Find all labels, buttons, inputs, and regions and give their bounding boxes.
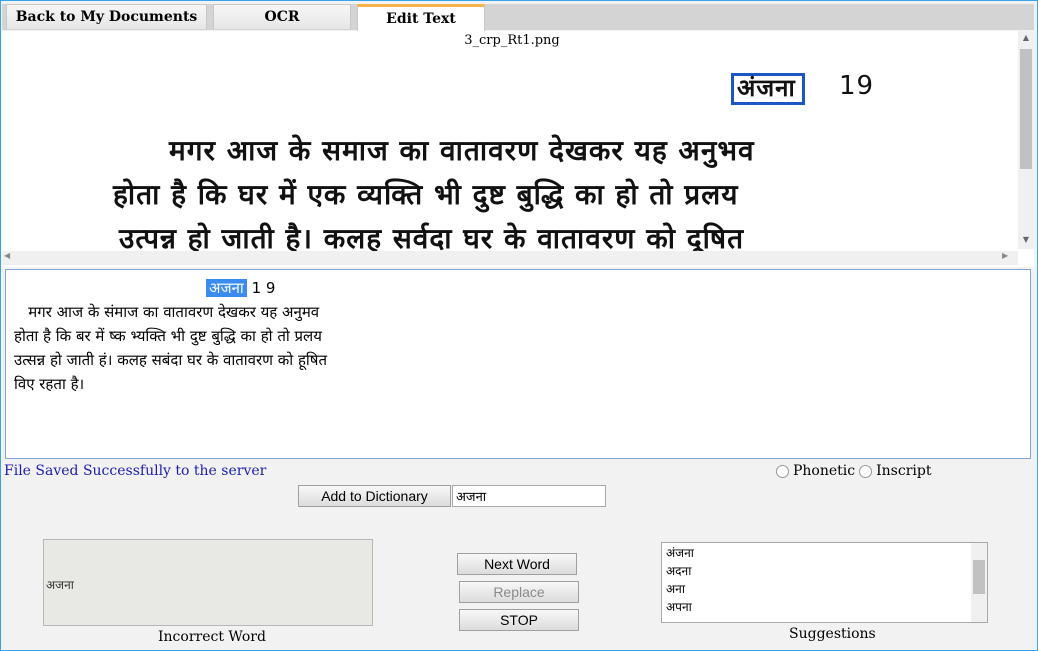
scan-line-1: मगर आज के समाज का वातावरण देखकर यह अनुभव xyxy=(169,134,755,167)
keyboard-layout-options: Phonetic Inscript xyxy=(776,463,931,479)
scroll-up-icon[interactable]: ▲ xyxy=(1018,33,1034,42)
image-vertical-scrollbar[interactable]: ▲ ▼ xyxy=(1018,31,1034,249)
suggestions-scrollbar[interactable] xyxy=(971,543,987,622)
suggestion-item[interactable]: अपना xyxy=(666,598,983,616)
suggestion-item[interactable]: अदना xyxy=(666,562,983,580)
phonetic-radio[interactable] xyxy=(776,464,789,478)
tab-ocr[interactable]: OCR xyxy=(213,4,351,29)
scroll-down-icon[interactable]: ▼ xyxy=(1018,235,1034,244)
selected-word[interactable]: अजना xyxy=(206,279,247,297)
editor-page-number: 1 9 xyxy=(246,279,276,297)
image-filename: 3_crp_Rt1.png xyxy=(464,33,560,48)
editor-body-text[interactable]: मगर आज के संमाज का वातावरण देखकर यह अनुम… xyxy=(14,300,327,396)
suggestion-item[interactable]: अंजना xyxy=(666,544,983,562)
image-viewer[interactable]: 3_crp_Rt1.png अंजना 19 मगर आज के समाज का… xyxy=(2,31,1034,267)
scan-page-number: 19 xyxy=(839,71,875,101)
stop-button[interactable]: STOP xyxy=(459,609,579,631)
replace-button[interactable]: Replace xyxy=(459,581,579,603)
suggestion-item[interactable]: अना xyxy=(666,580,983,598)
scan-heading-word: अंजना xyxy=(737,74,796,102)
next-word-button[interactable]: Next Word xyxy=(457,553,577,575)
ocr-text-editor[interactable]: अजना 1 9 मगर आज के संमाज का वातावरण देखक… xyxy=(5,269,1031,459)
tab-bar: Back to My Documents OCR Edit Text xyxy=(2,4,1034,31)
scan-line-2: होता है कि घर में एक व्यक्ति भी दुष्ट बु… xyxy=(113,178,739,211)
incorrect-word-caption: Incorrect Word xyxy=(158,629,266,645)
editor-first-line: अजना 1 9 xyxy=(206,276,275,300)
dictionary-word-input[interactable]: अजना xyxy=(452,485,606,507)
scroll-left-icon[interactable]: ◀ xyxy=(4,251,10,260)
image-horizontal-scrollbar[interactable]: ◀ ▶ xyxy=(2,251,1018,265)
incorrect-word-value: अजना xyxy=(46,578,74,592)
inscript-label: Inscript xyxy=(876,463,932,479)
tab-back-to-documents[interactable]: Back to My Documents xyxy=(6,4,207,29)
status-message: File Saved Successfully to the server xyxy=(4,463,267,479)
phonetic-label: Phonetic xyxy=(793,463,856,479)
scanned-page-image: अंजना 19 मगर आज के समाज का वातावरण देखकर… xyxy=(87,69,933,252)
suggestions-list[interactable]: अंजना अदना अना अपना xyxy=(661,542,988,623)
incorrect-word-box: अजना xyxy=(43,539,373,626)
add-to-dictionary-button[interactable]: Add to Dictionary xyxy=(298,485,451,507)
tab-edit-text[interactable]: Edit Text xyxy=(357,4,485,31)
scan-line-3: उत्पन्न हो जाती है। कलह सर्वदा घर के वात… xyxy=(119,222,745,252)
inscript-radio[interactable] xyxy=(859,464,873,478)
scroll-right-icon[interactable]: ▶ xyxy=(1002,251,1008,260)
suggestions-scroll-thumb[interactable] xyxy=(973,560,985,594)
suggestions-caption: Suggestions xyxy=(789,626,876,642)
scroll-thumb[interactable] xyxy=(1020,49,1032,169)
